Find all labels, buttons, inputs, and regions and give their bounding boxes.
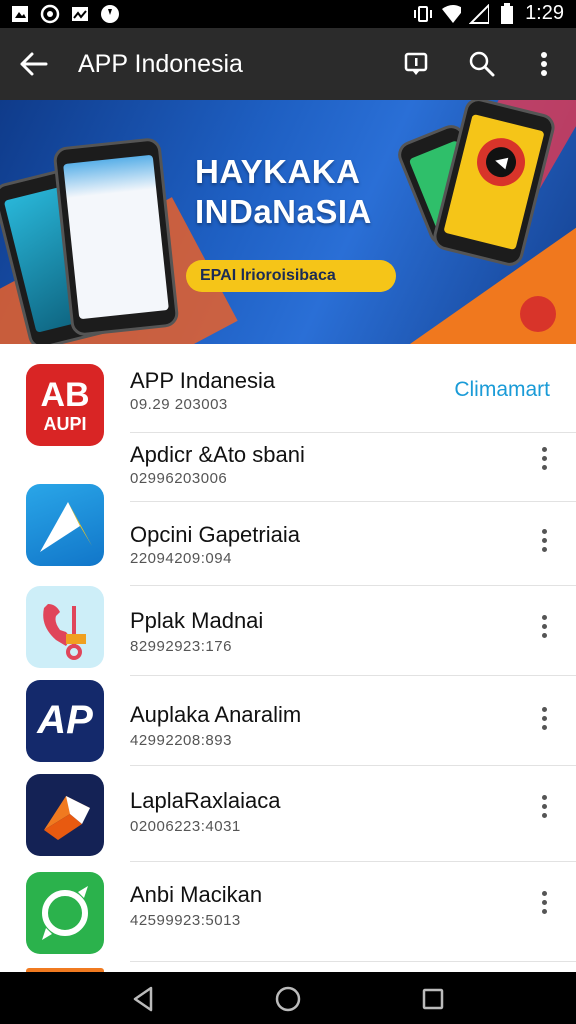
more-vert-icon[interactable] xyxy=(532,790,556,822)
notification-icons xyxy=(10,4,120,24)
list-item[interactable]: Pplak Madnai 82992923:176 xyxy=(0,586,576,676)
list-item[interactable]: Anbi Macikan 42599923:5013 xyxy=(0,862,576,962)
photo-icon xyxy=(10,4,30,24)
app-list: AB AUPI APP Indanesia 09.29 203003 Clima… xyxy=(0,344,576,972)
page-title: APP Indonesia xyxy=(78,50,243,78)
more-vert-icon[interactable] xyxy=(532,610,556,642)
recents-square-icon[interactable] xyxy=(418,984,448,1014)
app-subtitle: 09.29 203003 xyxy=(130,396,228,413)
more-vert-icon[interactable] xyxy=(532,886,556,918)
list-item[interactable]: LaplaRaxlaiaca 02006223:4031 xyxy=(0,766,576,862)
status-bar: 1:29 xyxy=(0,0,576,28)
sync-icon xyxy=(40,4,60,24)
app-name: Apdicr &Ato sbani xyxy=(130,442,305,467)
more-vert-icon[interactable] xyxy=(532,524,556,556)
app-subtitle: 82992923:176 xyxy=(130,638,232,655)
search-icon[interactable] xyxy=(466,48,498,80)
install-link[interactable]: Climamart xyxy=(454,378,550,402)
arrow-left-icon[interactable] xyxy=(18,50,50,78)
banner-headline: HAYKAKA INDaNaSIA xyxy=(195,152,372,232)
image-icon xyxy=(70,4,90,24)
app-bar: APP Indonesia xyxy=(0,28,576,100)
phone-illustration xyxy=(52,136,180,338)
promo-banner[interactable]: HAYKAKA INDaNaSIA EPAI lrioroisibaca xyxy=(0,100,576,344)
app-subtitle: 42992208:893 xyxy=(130,732,232,749)
phone-scooter-icon xyxy=(26,586,104,668)
wifi-icon xyxy=(441,4,462,24)
app-name: Auplaka Anaralim xyxy=(130,702,302,727)
divider xyxy=(130,432,576,433)
feedback-icon[interactable] xyxy=(400,48,432,80)
home-circle-icon[interactable] xyxy=(273,984,303,1014)
app-subtitle: 22094209:094 xyxy=(130,550,232,567)
navigation-arrow-icon xyxy=(26,484,104,566)
back-triangle-icon[interactable] xyxy=(128,984,158,1014)
list-item[interactable]: AP Auplaka Anaralim 42992208:893 xyxy=(0,676,576,766)
more-vert-icon[interactable] xyxy=(528,48,560,80)
app-name: Pplak Madnai xyxy=(130,608,264,633)
system-nav-bar xyxy=(0,972,576,1024)
banner-cta-button[interactable]: EPAI lrioroisibaca xyxy=(186,260,396,292)
clock: 1:29 xyxy=(525,2,564,24)
app-subtitle: 02006223:4031 xyxy=(130,818,241,835)
app-name: LaplaRaxlaiaca xyxy=(130,788,281,813)
headline-line1: HAYKAKA xyxy=(195,153,361,190)
list-item[interactable]: AB AUPI APP Indanesia 09.29 203003 Clima… xyxy=(0,344,576,446)
headline-line2: INDaNaSIA xyxy=(195,193,372,230)
signal-icon xyxy=(469,3,490,24)
list-item[interactable]: Opcini Gapetriaia 22094209:094 xyxy=(0,480,576,586)
app-subtitle: 42599923:5013 xyxy=(130,912,241,929)
app-icon xyxy=(100,4,120,24)
divider xyxy=(130,961,576,962)
app-name: Opcini Gapetriaia xyxy=(130,522,300,547)
more-vert-icon[interactable] xyxy=(532,442,556,474)
badge-icon xyxy=(520,296,556,332)
more-vert-icon[interactable] xyxy=(532,702,556,734)
battery-icon xyxy=(497,2,517,24)
system-icons: 1:29 xyxy=(413,2,564,25)
ap-logo: AP xyxy=(26,680,104,762)
vibrate-icon xyxy=(413,4,433,24)
play-arrow-logo xyxy=(26,774,104,856)
compass-icon xyxy=(26,872,104,954)
app-name: APP Indanesia xyxy=(130,368,276,393)
app-name: Anbi Macikan xyxy=(130,882,263,907)
